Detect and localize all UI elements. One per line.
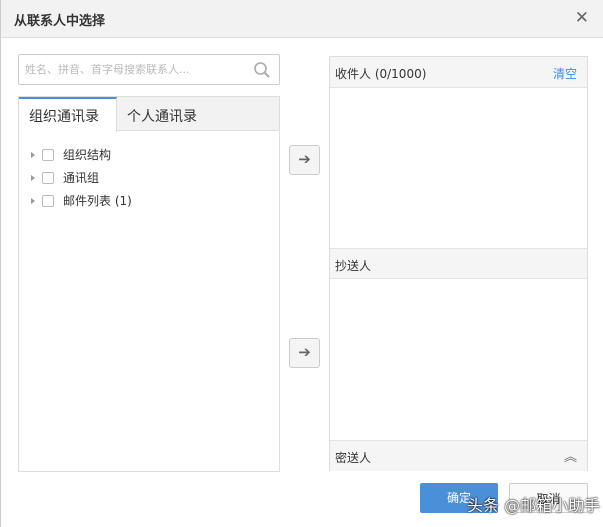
cc-section-header[interactable]: 抄送人 <box>330 248 587 279</box>
search-icon[interactable] <box>253 61 271 79</box>
node-label: 邮件列表 (1) <box>63 194 132 208</box>
tab-personal-contacts[interactable]: 个人通讯录 <box>117 97 215 131</box>
node-label: 组织结构 <box>63 148 112 162</box>
expand-icon[interactable] <box>31 174 35 181</box>
to-label: 收件人 (0/1000) <box>335 67 427 81</box>
arrow-right-icon: ➔ <box>298 343 311 361</box>
cc-label: 抄送人 <box>335 259 372 273</box>
double-chevron-up-icon[interactable]: ︽ <box>564 446 577 465</box>
search-input[interactable] <box>19 55 244 84</box>
expand-icon[interactable] <box>31 151 35 158</box>
bcc-label: 密送人 <box>335 451 372 465</box>
tab-bar: 组织通讯录 个人通讯录 <box>19 97 279 132</box>
tree-node[interactable]: 组织结构 <box>19 143 279 166</box>
recipients-panel: 收件人 (0/1000) 清空 抄送人 密送人 ︽ <box>329 56 588 471</box>
checkbox[interactable] <box>42 171 54 184</box>
checkbox[interactable] <box>42 148 54 161</box>
dialog-title: 从联系人中选择 <box>14 14 106 29</box>
tab-org-contacts[interactable]: 组织通讯录 <box>19 97 117 132</box>
search-box <box>18 54 280 85</box>
expand-icon[interactable] <box>31 197 35 204</box>
checkbox[interactable] <box>42 194 54 207</box>
add-to-cc-button[interactable]: ➔ <box>289 338 320 368</box>
add-to-recipients-button[interactable]: ➔ <box>289 145 320 175</box>
arrow-right-icon: ➔ <box>298 150 311 168</box>
contact-panel: 组织通讯录 个人通讯录 组织结构 通讯组 邮件列表 (1) <box>18 96 280 472</box>
clear-link[interactable]: 清空 <box>553 65 577 82</box>
watermark: 头条 @邮箱小助手 <box>467 496 601 515</box>
close-icon[interactable]: ✕ <box>575 8 589 28</box>
contact-tree: 组织结构 通讯组 邮件列表 (1) <box>19 131 279 212</box>
node-label: 通讯组 <box>63 171 100 185</box>
to-section-header: 收件人 (0/1000) 清空 <box>330 57 587 88</box>
bcc-section-header[interactable]: 密送人 ︽ <box>330 440 587 471</box>
tree-node[interactable]: 邮件列表 (1) <box>19 189 279 212</box>
tree-node[interactable]: 通讯组 <box>19 166 279 189</box>
